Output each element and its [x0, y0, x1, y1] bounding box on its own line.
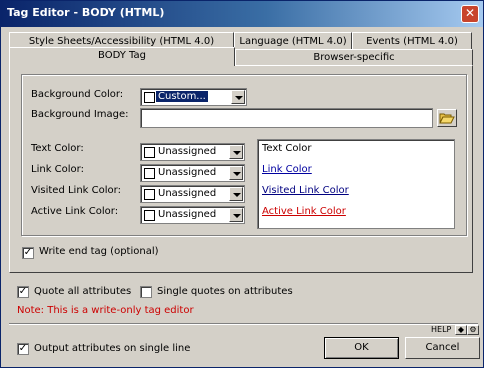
color-swatch — [144, 210, 155, 221]
tag-editor-window: Tag Editor - BODY (HTML) ✕ Style Sheets/… — [0, 0, 484, 368]
title-bar[interactable]: Tag Editor - BODY (HTML) ✕ — [1, 1, 483, 27]
active-link-color-select[interactable]: Unassigned — [140, 206, 245, 224]
background-image-label: Background Image: — [31, 109, 129, 120]
active-link-color-value: Unassigned — [158, 209, 217, 220]
chevron-down-icon[interactable] — [229, 187, 243, 201]
chevron-down-icon[interactable] — [229, 145, 243, 159]
preview-visited-link-color: Visited Link Color — [262, 185, 349, 196]
write-only-note: Note: This is a write-only tag editor — [17, 305, 194, 316]
link-color-label: Link Color: — [31, 164, 84, 175]
tab-body-tag[interactable]: BODY Tag — [9, 47, 235, 66]
chevron-down-icon[interactable] — [231, 90, 245, 104]
help-options-icon[interactable]: ⚙ — [467, 325, 479, 335]
write-end-tag-label: Write end tag (optional) — [39, 246, 159, 257]
preview-link-color: Link Color — [262, 164, 312, 175]
quote-all-attributes-checkbox[interactable]: ✓ — [17, 286, 29, 298]
quote-all-attributes-label: Quote all attributes — [34, 286, 132, 297]
visited-link-color-select[interactable]: Unassigned — [140, 185, 245, 203]
divider — [9, 323, 478, 325]
output-single-line-checkbox[interactable]: ✓ — [17, 343, 29, 355]
color-swatch — [144, 147, 155, 158]
text-color-value: Unassigned — [158, 146, 217, 157]
visited-link-color-value: Unassigned — [158, 188, 217, 199]
close-icon[interactable]: ✕ — [461, 5, 479, 23]
background-color-select[interactable]: Custom... — [140, 88, 247, 106]
chevron-down-icon[interactable] — [229, 208, 243, 222]
check-icon: ✓ — [23, 247, 33, 258]
tab-events[interactable]: Events (HTML 4.0) — [352, 32, 472, 50]
ok-button[interactable]: OK — [324, 337, 399, 359]
text-color-label: Text Color: — [31, 143, 84, 154]
preview-text-color: Text Color — [262, 143, 312, 154]
color-preview-box: Text Color Link Color Visited Link Color… — [257, 139, 455, 229]
tab-browser-specific[interactable]: Browser-specific — [235, 49, 473, 66]
help-expand-icon[interactable]: ◆ — [455, 325, 467, 335]
single-quotes-checkbox[interactable] — [140, 286, 152, 298]
tab-language[interactable]: Language (HTML 4.0) — [234, 32, 352, 50]
background-color-label: Background Color: — [31, 89, 124, 100]
color-swatch — [144, 168, 155, 179]
active-link-color-label: Active Link Color: — [31, 206, 119, 217]
link-color-value: Unassigned — [158, 167, 217, 178]
check-icon: ✓ — [18, 343, 28, 354]
link-color-select[interactable]: Unassigned — [140, 164, 245, 182]
color-swatch — [144, 189, 155, 200]
background-image-field[interactable] — [140, 108, 433, 128]
single-quotes-label: Single quotes on attributes — [157, 286, 293, 297]
text-color-select[interactable]: Unassigned — [140, 143, 245, 161]
output-single-line-label: Output attributes on single line — [34, 343, 191, 354]
help-label: HELP — [431, 325, 452, 334]
visited-link-color-label: Visited Link Color: — [31, 185, 121, 196]
check-icon: ✓ — [18, 286, 28, 297]
open-folder-icon[interactable] — [437, 109, 457, 127]
background-color-value: Custom... — [156, 91, 208, 102]
chevron-down-icon[interactable] — [229, 166, 243, 180]
window-title: Tag Editor - BODY (HTML) — [7, 6, 165, 19]
color-swatch — [144, 92, 155, 103]
write-end-tag-checkbox[interactable]: ✓ — [22, 247, 34, 259]
preview-active-link-color: Active Link Color — [262, 206, 346, 217]
cancel-button[interactable]: Cancel — [405, 337, 480, 359]
